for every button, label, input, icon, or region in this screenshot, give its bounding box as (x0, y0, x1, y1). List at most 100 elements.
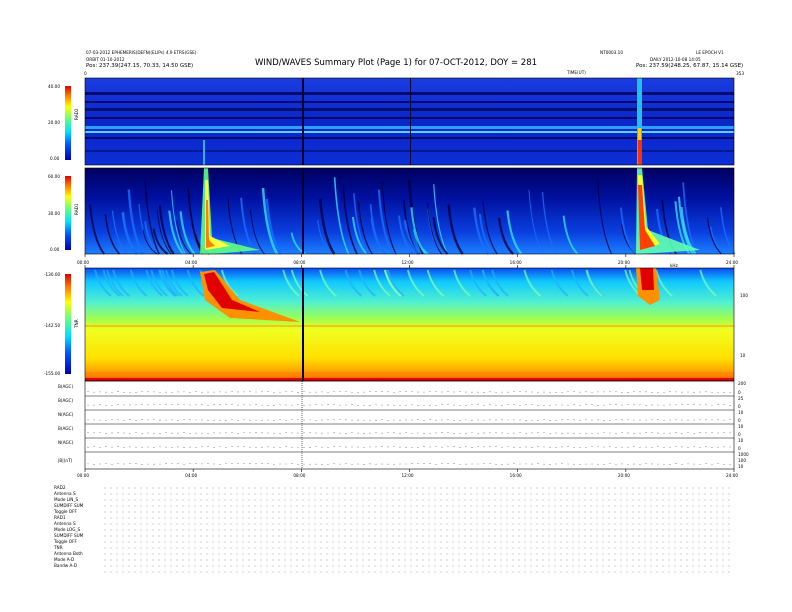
footer-dot (602, 493, 604, 495)
footer-dot (254, 565, 256, 567)
footer-dot (710, 511, 712, 513)
footer-dot (584, 529, 586, 531)
footer-dot (728, 553, 730, 555)
mag-dot (279, 404, 281, 406)
footer-dot (278, 511, 280, 513)
footer-dot (614, 499, 616, 501)
footer-dot (428, 559, 430, 561)
mag-dot (303, 419, 305, 421)
footer-dot (710, 553, 712, 555)
footer-dot (656, 511, 658, 513)
footer-dot (680, 523, 682, 525)
footer-dot (716, 529, 718, 531)
footer-dot (278, 535, 280, 537)
footer-dot (416, 529, 418, 531)
footer-dot (686, 505, 688, 507)
footer-dot (128, 499, 130, 501)
footer-dot (572, 511, 574, 513)
footer-dot (362, 553, 364, 555)
footer-dot (608, 517, 610, 519)
footer-dot (692, 493, 694, 495)
footer-dot (356, 559, 358, 561)
footer-dot (194, 505, 196, 507)
footer-dot (434, 511, 436, 513)
footer-dot (242, 529, 244, 531)
footer-dot (428, 565, 430, 567)
footer-dot (140, 571, 142, 573)
footer-dot (200, 523, 202, 525)
mag-dot (417, 419, 419, 421)
footer-rad2-row-3: Toggle OFF (54, 509, 77, 514)
mag-dot (429, 391, 431, 393)
mag-dot (615, 419, 617, 420)
footer-dot (194, 529, 196, 531)
footer-dot (344, 523, 346, 525)
mag-dot (465, 432, 467, 434)
footer-dot (302, 529, 304, 531)
footer-dot (698, 559, 700, 561)
footer-dot (728, 523, 730, 525)
mag-dot (471, 419, 473, 421)
footer-dot (530, 571, 532, 573)
footer-dot (134, 559, 136, 561)
mag-dot (111, 432, 113, 434)
mag-dot (525, 432, 527, 434)
footer-dot (380, 487, 382, 489)
footer-dot (254, 493, 256, 495)
footer-dot (536, 487, 538, 489)
mag-dot (297, 392, 299, 393)
footer-dot (728, 511, 730, 513)
footer-dot (458, 547, 460, 549)
footer-dot (284, 493, 286, 495)
footer-dot (596, 487, 598, 489)
mag-dot (681, 404, 683, 406)
footer-dot (518, 487, 520, 489)
mag-dot (153, 404, 155, 406)
footer-dot (230, 553, 232, 555)
footer-dot (320, 505, 322, 507)
footer-dot (698, 547, 700, 549)
footer-dot (458, 553, 460, 555)
mag-dot (651, 404, 653, 406)
footer-dot (134, 493, 136, 495)
footer-dot (662, 517, 664, 519)
footer-dot (512, 511, 514, 513)
footer-dot (536, 559, 538, 561)
mag-dot (159, 419, 161, 421)
footer-dot (686, 559, 688, 561)
mag-dot (411, 404, 413, 406)
footer-dot (518, 553, 520, 555)
mag-dot (447, 463, 449, 465)
mag-dot (267, 419, 269, 421)
footer-dot (152, 553, 154, 555)
mag-dot (609, 463, 611, 464)
footer-dot (188, 559, 190, 561)
footer-dot (626, 487, 628, 489)
footer-dot (416, 565, 418, 567)
footer-dot (446, 559, 448, 561)
mag-dot (633, 463, 635, 465)
footer-dot (188, 499, 190, 501)
mag-dot (195, 463, 197, 464)
footer-dot (710, 541, 712, 543)
mag-dot (705, 463, 707, 465)
mag-dot (639, 446, 641, 448)
footer-dot (248, 523, 250, 525)
footer-dot (290, 511, 292, 513)
mag-dot (279, 419, 281, 421)
mag-dot (573, 463, 575, 465)
footer-dot (374, 535, 376, 537)
footer-dot (434, 505, 436, 507)
footer-dot (554, 535, 556, 537)
footer-dot (494, 517, 496, 519)
footer-dot (440, 511, 442, 513)
mag-dot (135, 446, 137, 448)
footer-dot (146, 505, 148, 507)
footer-dot (578, 565, 580, 567)
footer-dot (338, 523, 340, 525)
mag-dot (579, 432, 581, 434)
footer-dot (344, 571, 346, 573)
footer-dot (524, 529, 526, 531)
footer-dot (314, 499, 316, 501)
footer-dot (626, 571, 628, 573)
